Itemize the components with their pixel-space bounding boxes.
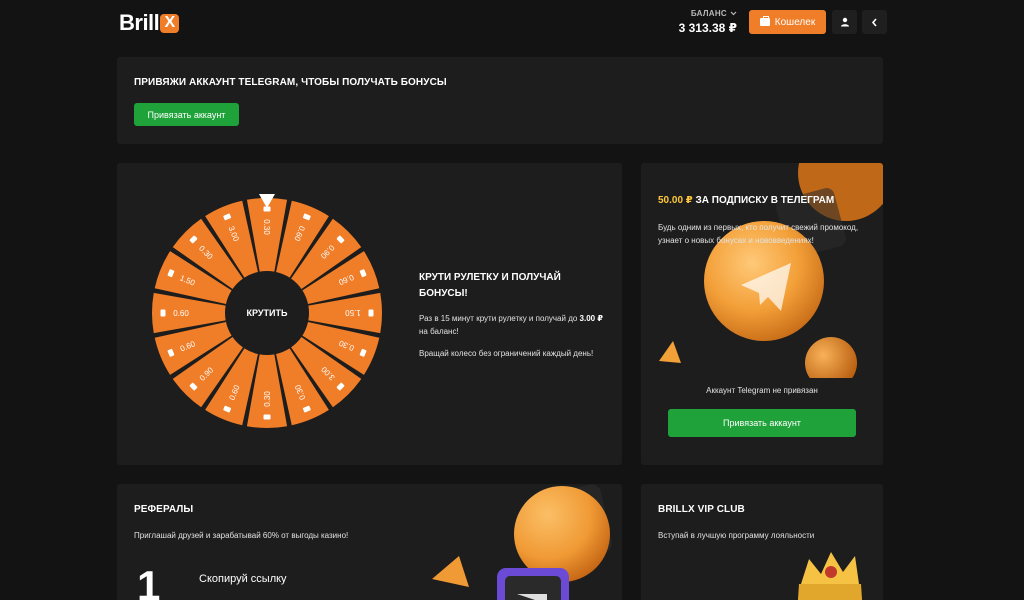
coins-icon [368, 309, 374, 317]
wheel-desc-amount: 3.00 ₽ [579, 314, 603, 323]
wheel-description: Раз в 15 минут крути рулетку и получай д… [419, 312, 604, 338]
subscription-card: 50.00 ₽ ЗА ПОДПИСКУ В ТЕЛЕГРАМ Будь одни… [641, 163, 883, 465]
wheel-desc-suffix: на баланс! [419, 327, 459, 336]
balance-label-row: БАЛАНС [679, 9, 737, 18]
wheel-desc-text: Раз в 15 минут крути рулетку и получай д… [419, 314, 580, 323]
coins-icon [160, 309, 166, 317]
balance-block[interactable]: БАЛАНС 3 313.38 ₽ [679, 9, 737, 35]
bind-account-button[interactable]: Привязать аккаунт [134, 103, 239, 126]
subscription-amount: 50.00 ₽ [658, 195, 693, 206]
profile-button[interactable] [832, 10, 857, 34]
referrals-description: Приглашай друзей и зарабатывай 60% от вы… [134, 531, 349, 540]
wheel-card: 0.30 0.60 0.90 0.60 1.50 0.30 3.00 0.30 0.30 0.60… [117, 163, 622, 465]
wallet-icon [759, 16, 770, 26]
balance-value: 3 313.38 ₽ [678, 21, 737, 35]
wheel-segment-label: 0.30 [262, 219, 271, 235]
subscription-description: Будь одним из первых, кто получит свежий… [658, 223, 859, 245]
step-number: 1 [137, 562, 161, 600]
subscription-title: 50.00 ₽ ЗА ПОДПИСКУ В ТЕЛЕГРАМ [658, 195, 834, 206]
collapse-button[interactable] [862, 10, 887, 34]
vip-club-card: BRILLX VIP CLUB Вступай в лучшую програм… [641, 484, 883, 600]
vip-description: Вступай в лучшую программу лояльности [658, 531, 815, 540]
referrals-title: РЕФЕРАЛЫ [134, 504, 194, 515]
logo[interactable]: Brill X [119, 10, 180, 36]
wheel-title: КРУТИ РУЛЕТКУ И ПОЛУЧАЙ БОНУСЫ! [419, 272, 561, 299]
balance-label: БАЛАНС [690, 9, 727, 18]
coins-icon [263, 414, 271, 420]
wallet-button[interactable]: Кошелек [749, 10, 826, 34]
subscription-title-text: ЗА ПОДПИСКУ В ТЕЛЕГРАМ [692, 195, 835, 206]
referrals-illustration [432, 484, 612, 600]
roulette-wheel[interactable]: 0.30 0.600.900.601.500.303.000.300.300.60… [147, 193, 387, 433]
crown-illustration [797, 552, 863, 600]
vip-title: BRILLX VIP CLUB [658, 504, 745, 515]
logo-text: Brill [119, 10, 160, 35]
wallet-label: Кошелек [774, 16, 816, 28]
spin-button[interactable]: КРУТИТЬ [247, 308, 288, 318]
wheel-segment-label: 0.60 [173, 309, 189, 318]
wheel-segment-label: 0.30 [263, 391, 272, 407]
telegram-status: Аккаунт Telegram не привязан [706, 386, 818, 395]
step-text: Скопируй ссылку [199, 573, 287, 585]
bind-account-button-2[interactable]: Привязать аккаунт [668, 409, 856, 437]
telegram-bind-card: ПРИВЯЖИ АККАУНТ TELEGRAM, ЧТОБЫ ПОЛУЧАТЬ… [117, 57, 883, 144]
logo-x-mark: X [160, 13, 180, 33]
chevron-left-icon [871, 17, 877, 27]
user-icon [840, 17, 849, 27]
wheel-note: Вращай колесо без ограничений каждый ден… [419, 349, 594, 358]
chevron-down-icon [730, 11, 737, 16]
wheel-segment-label: 1.50 [345, 308, 361, 317]
header: Brill X БАЛАНС 3 313.38 ₽ Кошелек [0, 0, 1024, 44]
referrals-card: РЕФЕРАЛЫ Приглашай друзей и зарабатывай … [117, 484, 622, 600]
telegram-bind-title: ПРИВЯЖИ АККАУНТ TELEGRAM, ЧТОБЫ ПОЛУЧАТЬ… [134, 77, 447, 88]
